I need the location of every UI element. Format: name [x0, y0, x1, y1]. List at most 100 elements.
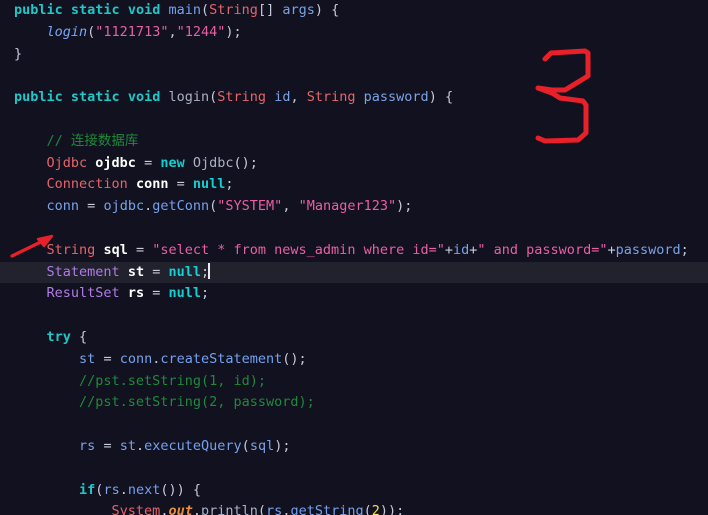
var-password: password — [615, 241, 681, 258]
code-line[interactable]: //pst.setString(2, password); — [0, 392, 708, 414]
var-sql: sql — [249, 437, 275, 454]
constructor-ojdbc: Ojdbc — [192, 154, 234, 171]
code-line-blank[interactable] — [0, 65, 708, 87]
punct: { — [79, 328, 88, 345]
method-executequery: executeQuery — [144, 437, 242, 454]
type-ojdbc: Ojdbc — [46, 154, 88, 171]
string-literal-sql-part2: " and password=" — [477, 241, 608, 258]
code-line[interactable]: public static void login(String id, Stri… — [0, 87, 708, 109]
keyword-new: new — [160, 154, 185, 171]
type-statement: Statement — [46, 263, 120, 280]
param-password: password — [363, 89, 429, 106]
var-sql: sql — [103, 241, 128, 258]
method-next: next — [127, 481, 161, 498]
punct: ( — [257, 503, 267, 515]
code-line-blank[interactable] — [0, 458, 708, 480]
keyword-null: null — [168, 285, 202, 302]
operator: = — [135, 241, 145, 258]
code-line[interactable]: Connection conn = null; — [0, 174, 708, 196]
type-string: String — [217, 89, 267, 106]
current-code-line[interactable]: Statement st = null; — [0, 261, 708, 284]
code-line[interactable]: ResultSet rs = null; — [0, 283, 708, 305]
keyword-if: if — [79, 481, 96, 498]
method-login-call: login — [46, 23, 88, 40]
punct: (); — [233, 154, 258, 171]
punct: ); — [225, 23, 242, 40]
operator: = — [152, 263, 161, 280]
punct: . — [135, 437, 145, 454]
text-cursor — [208, 262, 211, 279]
punct: . — [119, 481, 128, 498]
punct: ()) { — [160, 481, 201, 498]
type-string: String — [46, 241, 96, 258]
string-literal: "1121713" — [95, 23, 169, 40]
punct: ; — [680, 241, 689, 258]
param-args: args — [282, 2, 315, 18]
keyword-void: void — [127, 2, 161, 18]
operator: + — [607, 241, 616, 258]
punct: ; — [225, 176, 234, 193]
punct: ; — [201, 285, 210, 302]
punct: [] — [257, 2, 283, 18]
var-rs: rs — [266, 503, 283, 515]
keyword-try: try — [46, 328, 71, 345]
code-line-blank[interactable] — [0, 218, 708, 240]
punct: ) { — [428, 89, 454, 106]
code-line[interactable]: public static void main(String[] args) { — [0, 0, 708, 22]
code-line[interactable]: try { — [0, 327, 708, 349]
code-line[interactable]: } — [0, 44, 708, 66]
string-literal: "Manager123" — [298, 198, 397, 215]
code-line[interactable]: conn = ojdbc.getConn("SYSTEM", "Manager1… — [0, 196, 708, 218]
code-line-blank[interactable] — [0, 414, 708, 436]
punct: . — [192, 503, 201, 515]
operator: + — [444, 241, 453, 258]
punct: ( — [201, 2, 210, 18]
code-line[interactable]: Ojdbc ojdbc = new Ojdbc(); — [0, 153, 708, 175]
punct: ( — [363, 503, 372, 515]
code-line[interactable]: //pst.setString(1, id); — [0, 371, 708, 393]
comment-connect-db: // 连接数据库 — [46, 132, 139, 149]
var-conn: conn — [46, 198, 80, 215]
type-string: String — [209, 2, 258, 18]
var-ojdbc: ojdbc — [103, 198, 145, 215]
code-line-blank[interactable] — [0, 305, 708, 327]
var-id: id — [453, 241, 470, 258]
string-literal-sql-part1: "select * from news_admin where id=" — [152, 241, 445, 258]
keyword-null: null — [192, 176, 226, 193]
field-out: out — [168, 503, 193, 515]
punct: ); — [274, 437, 291, 454]
method-getconn: getConn — [152, 198, 210, 215]
comment-setstring-2: //pst.setString(2, password); — [79, 394, 315, 411]
var-ojdbc: ojdbc — [95, 154, 136, 171]
code-line[interactable]: // 连接数据库 — [0, 131, 708, 153]
code-line[interactable]: System.out.println(rs.getString(2)); — [0, 501, 708, 515]
operator: = — [144, 154, 153, 171]
punct: ) { — [314, 2, 340, 18]
param-id: id — [274, 89, 291, 106]
code-line[interactable]: st = conn.createStatement(); — [0, 349, 708, 371]
operator: = — [87, 198, 96, 215]
keyword-void: void — [127, 89, 161, 106]
code-line[interactable]: rs = st.executeQuery(sql); — [0, 436, 708, 458]
code-content[interactable]: public static void main(String[] args) {… — [0, 0, 708, 515]
var-conn: conn — [135, 176, 169, 193]
comment-setstring-1: //pst.setString(1, id); — [79, 372, 266, 389]
punct: ( — [241, 437, 250, 454]
var-st: st — [119, 437, 136, 454]
punct: , — [168, 23, 177, 40]
method-println: println — [201, 503, 258, 515]
code-line[interactable]: String sql = "select * from news_admin w… — [0, 240, 708, 262]
keyword-static: static — [70, 2, 120, 18]
var-rs: rs — [127, 285, 145, 302]
string-literal: "1244" — [176, 23, 226, 40]
keyword-null: null — [168, 263, 202, 280]
method-getstring: getString — [290, 503, 364, 515]
code-editor[interactable]: public static void main(String[] args) {… — [0, 0, 708, 515]
code-line[interactable]: if(rs.next()) { — [0, 480, 708, 502]
type-system: System — [111, 503, 161, 515]
operator: = — [103, 437, 112, 454]
code-line-blank[interactable] — [0, 109, 708, 131]
code-line[interactable]: login("1121713","1244"); — [0, 22, 708, 44]
var-st: st — [79, 350, 96, 367]
type-string: String — [306, 89, 356, 106]
